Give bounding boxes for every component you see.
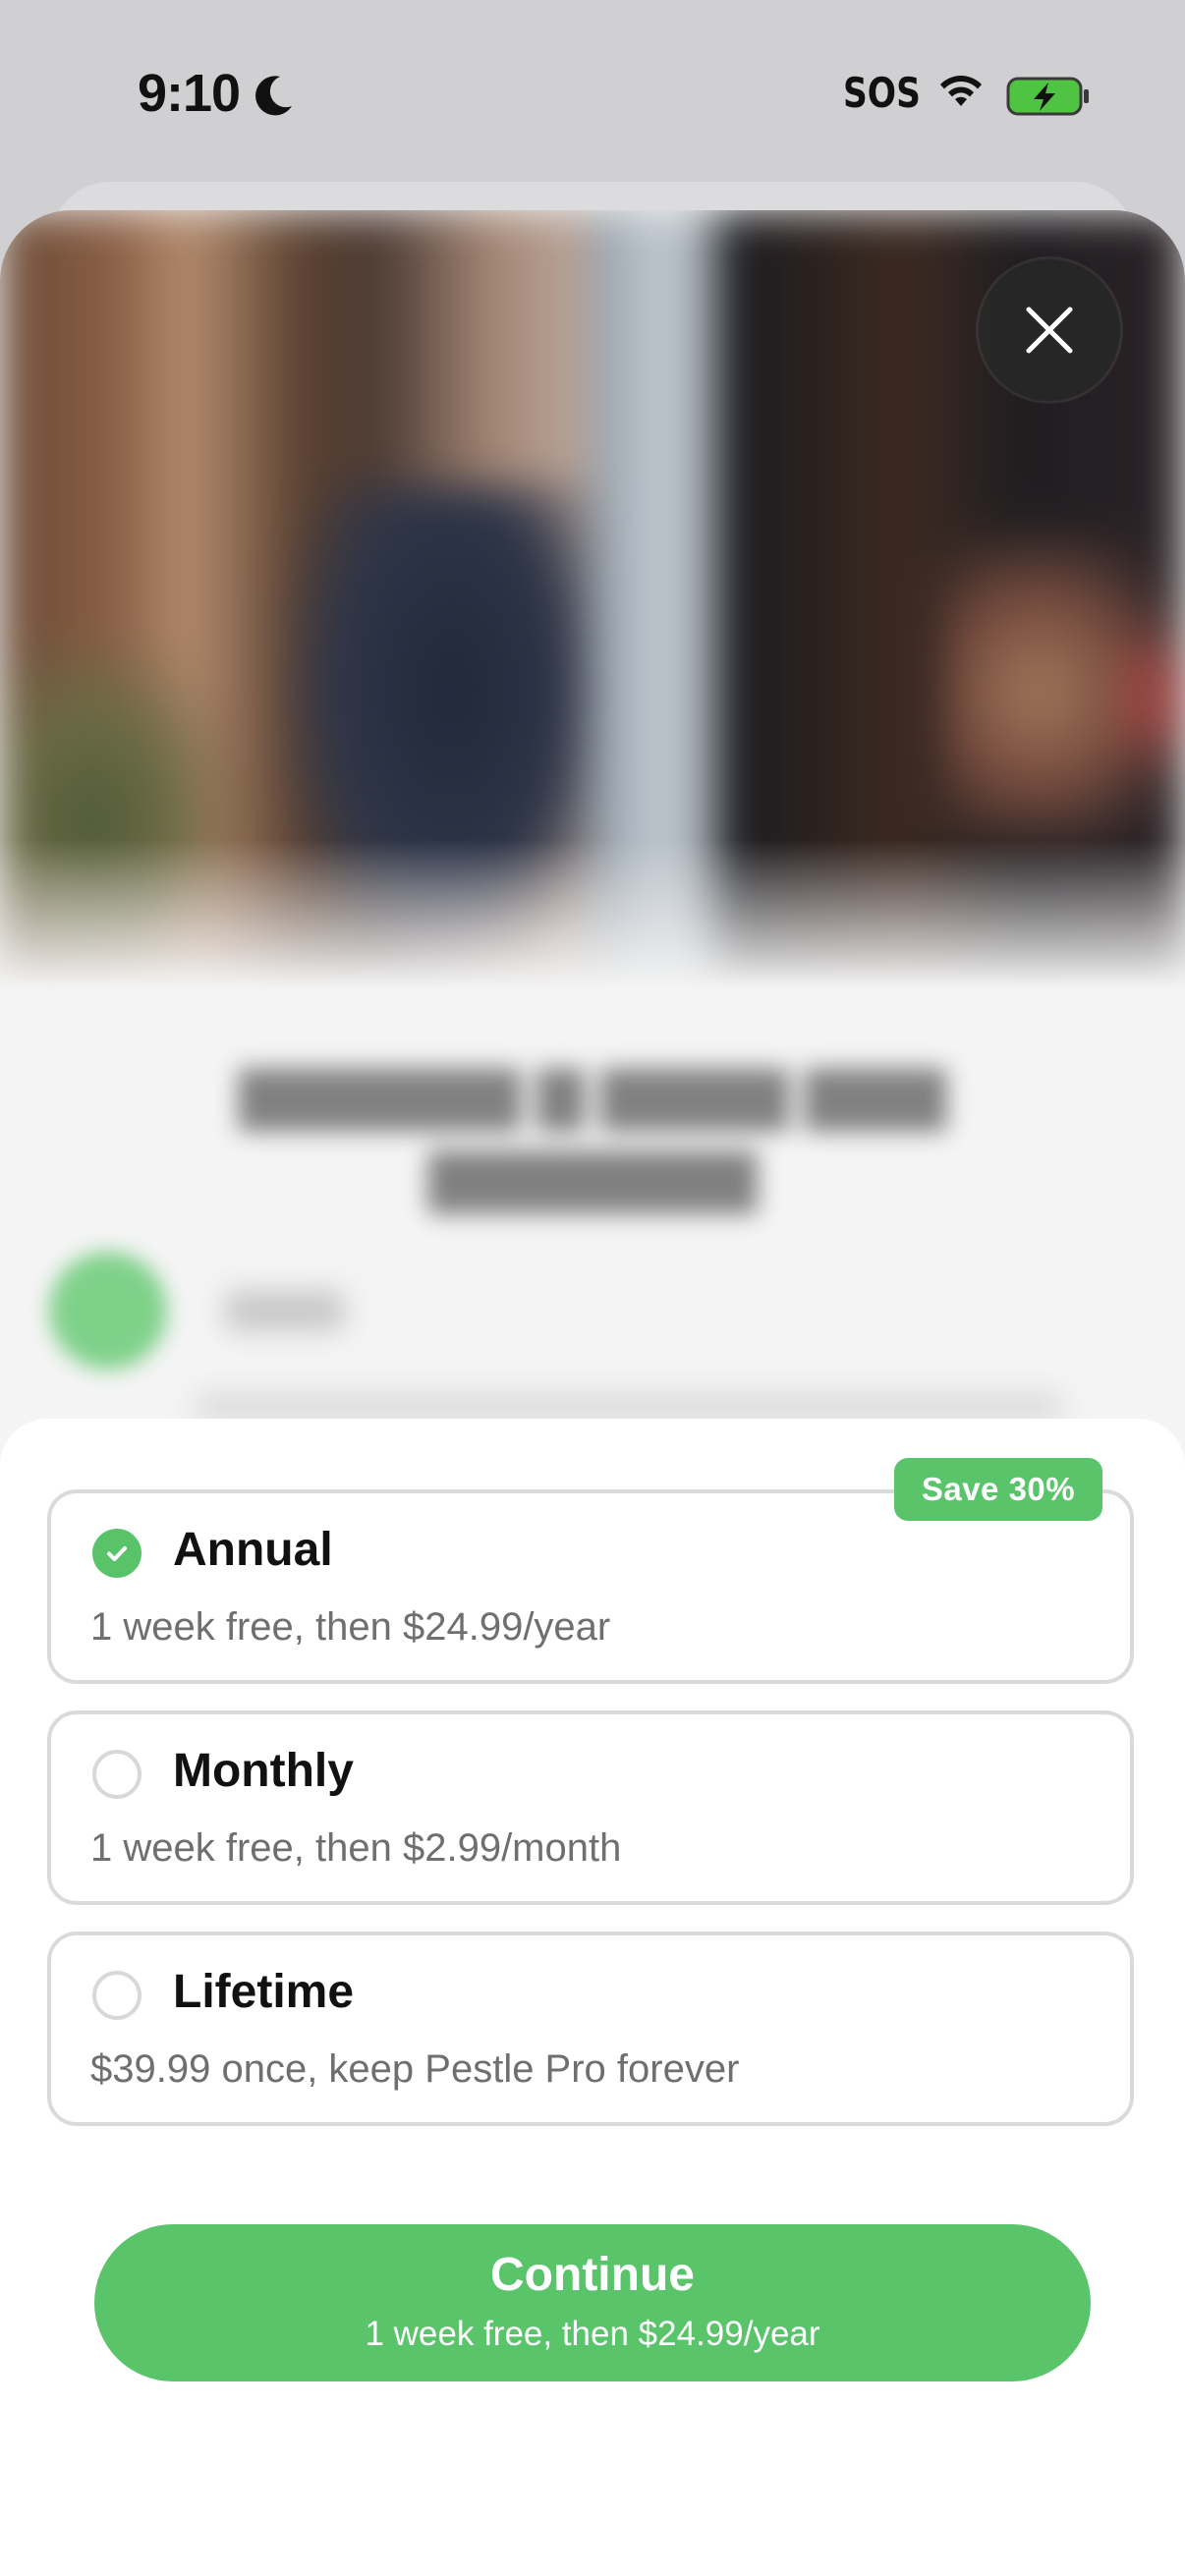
- battery-charging-icon: [1006, 77, 1089, 116]
- plan-name: Annual: [173, 1524, 333, 1576]
- carrier-sos: SOS: [843, 69, 921, 117]
- plan-name: Lifetime: [173, 1966, 355, 2018]
- plan-option-monthly[interactable]: Monthly 1 week free, then $2.99/month: [47, 1710, 1134, 1905]
- plan-description: 1 week free, then $24.99/year: [90, 1605, 611, 1649]
- continue-button[interactable]: Continue 1 week free, then $24.99/year: [94, 2224, 1091, 2381]
- radio-unchecked[interactable]: [92, 1750, 141, 1799]
- checkmark-icon: [107, 1546, 127, 1561]
- radio-checked[interactable]: [92, 1529, 141, 1578]
- save-badge: Save 30%: [894, 1458, 1102, 1521]
- moon-icon: [255, 76, 292, 116]
- radio-unchecked[interactable]: [92, 1971, 141, 2020]
- blurred-text: [197, 1394, 1061, 1420]
- plan-name: Monthly: [173, 1745, 354, 1797]
- plan-option-lifetime[interactable]: Lifetime $39.99 once, keep Pestle Pro fo…: [47, 1932, 1134, 2126]
- blurred-title: ▇▇▇▇▇▇ ▇ ▇▇▇▇ ▇▇▇ ▇▇▇▇▇▇▇: [239, 1062, 946, 1212]
- continue-label: Continue: [490, 2249, 695, 2301]
- blurred-text: [226, 1291, 344, 1330]
- close-button[interactable]: [979, 259, 1120, 401]
- plan-description: $39.99 once, keep Pestle Pro forever: [90, 2047, 740, 2091]
- status-time: 9:10: [138, 64, 241, 123]
- blurred-avatar: [49, 1252, 167, 1370]
- close-icon: [1026, 307, 1073, 354]
- continue-sublabel: 1 week free, then $24.99/year: [365, 2315, 820, 2353]
- plan-description: 1 week free, then $2.99/month: [90, 1826, 622, 1870]
- wifi-icon: [940, 76, 982, 106]
